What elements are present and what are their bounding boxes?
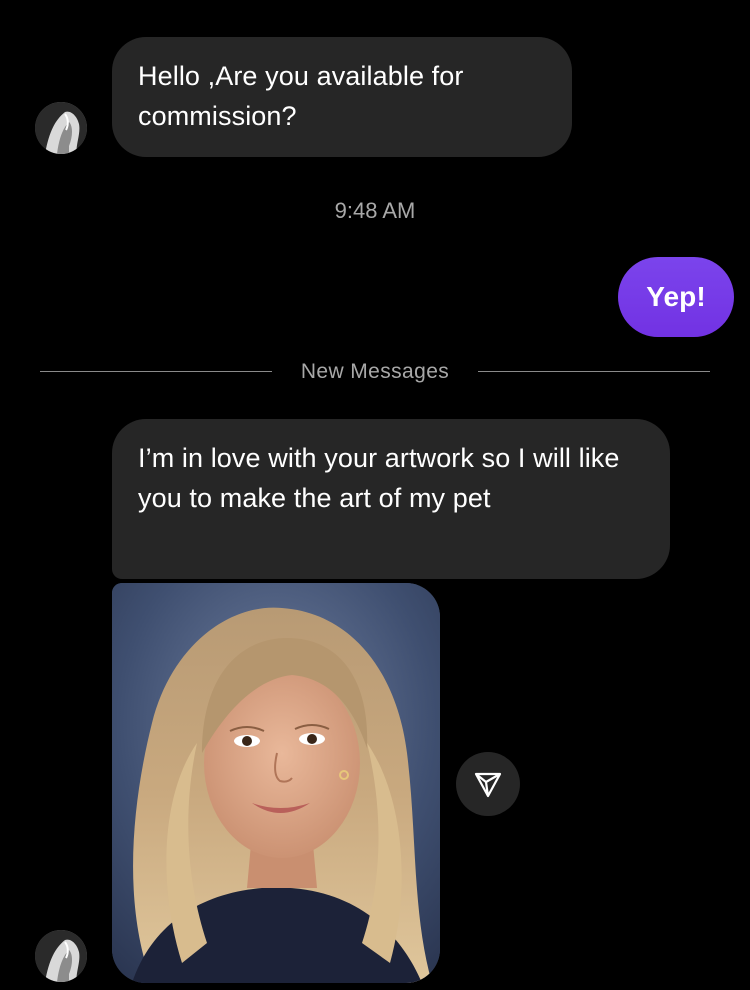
previous-content-edge bbox=[250, 0, 450, 2]
message-bubble-incoming[interactable]: I’m in love with your artwork so I will … bbox=[112, 419, 670, 579]
sender-avatar[interactable] bbox=[35, 102, 87, 154]
divider-line-left bbox=[40, 371, 272, 372]
message-bubble-incoming[interactable]: Hello ,Are you available for commission? bbox=[112, 37, 572, 157]
message-text: Hello ,Are you available for commission? bbox=[138, 61, 464, 131]
paper-plane-icon bbox=[474, 772, 502, 798]
message-text: I’m in love with your artwork so I will … bbox=[138, 443, 620, 513]
message-bubble-outgoing[interactable]: Yep! bbox=[618, 257, 734, 337]
sender-avatar[interactable] bbox=[35, 930, 87, 982]
message-timestamp: 9:48 AM bbox=[334, 198, 416, 223]
message-text: Yep! bbox=[646, 281, 706, 312]
new-messages-divider: New Messages bbox=[300, 360, 450, 383]
avatar-image bbox=[35, 102, 87, 154]
avatar-image bbox=[35, 930, 87, 982]
share-button[interactable] bbox=[456, 752, 520, 816]
portrait-photo bbox=[112, 583, 440, 983]
photo-message[interactable] bbox=[112, 583, 440, 983]
divider-line-right bbox=[478, 371, 710, 372]
